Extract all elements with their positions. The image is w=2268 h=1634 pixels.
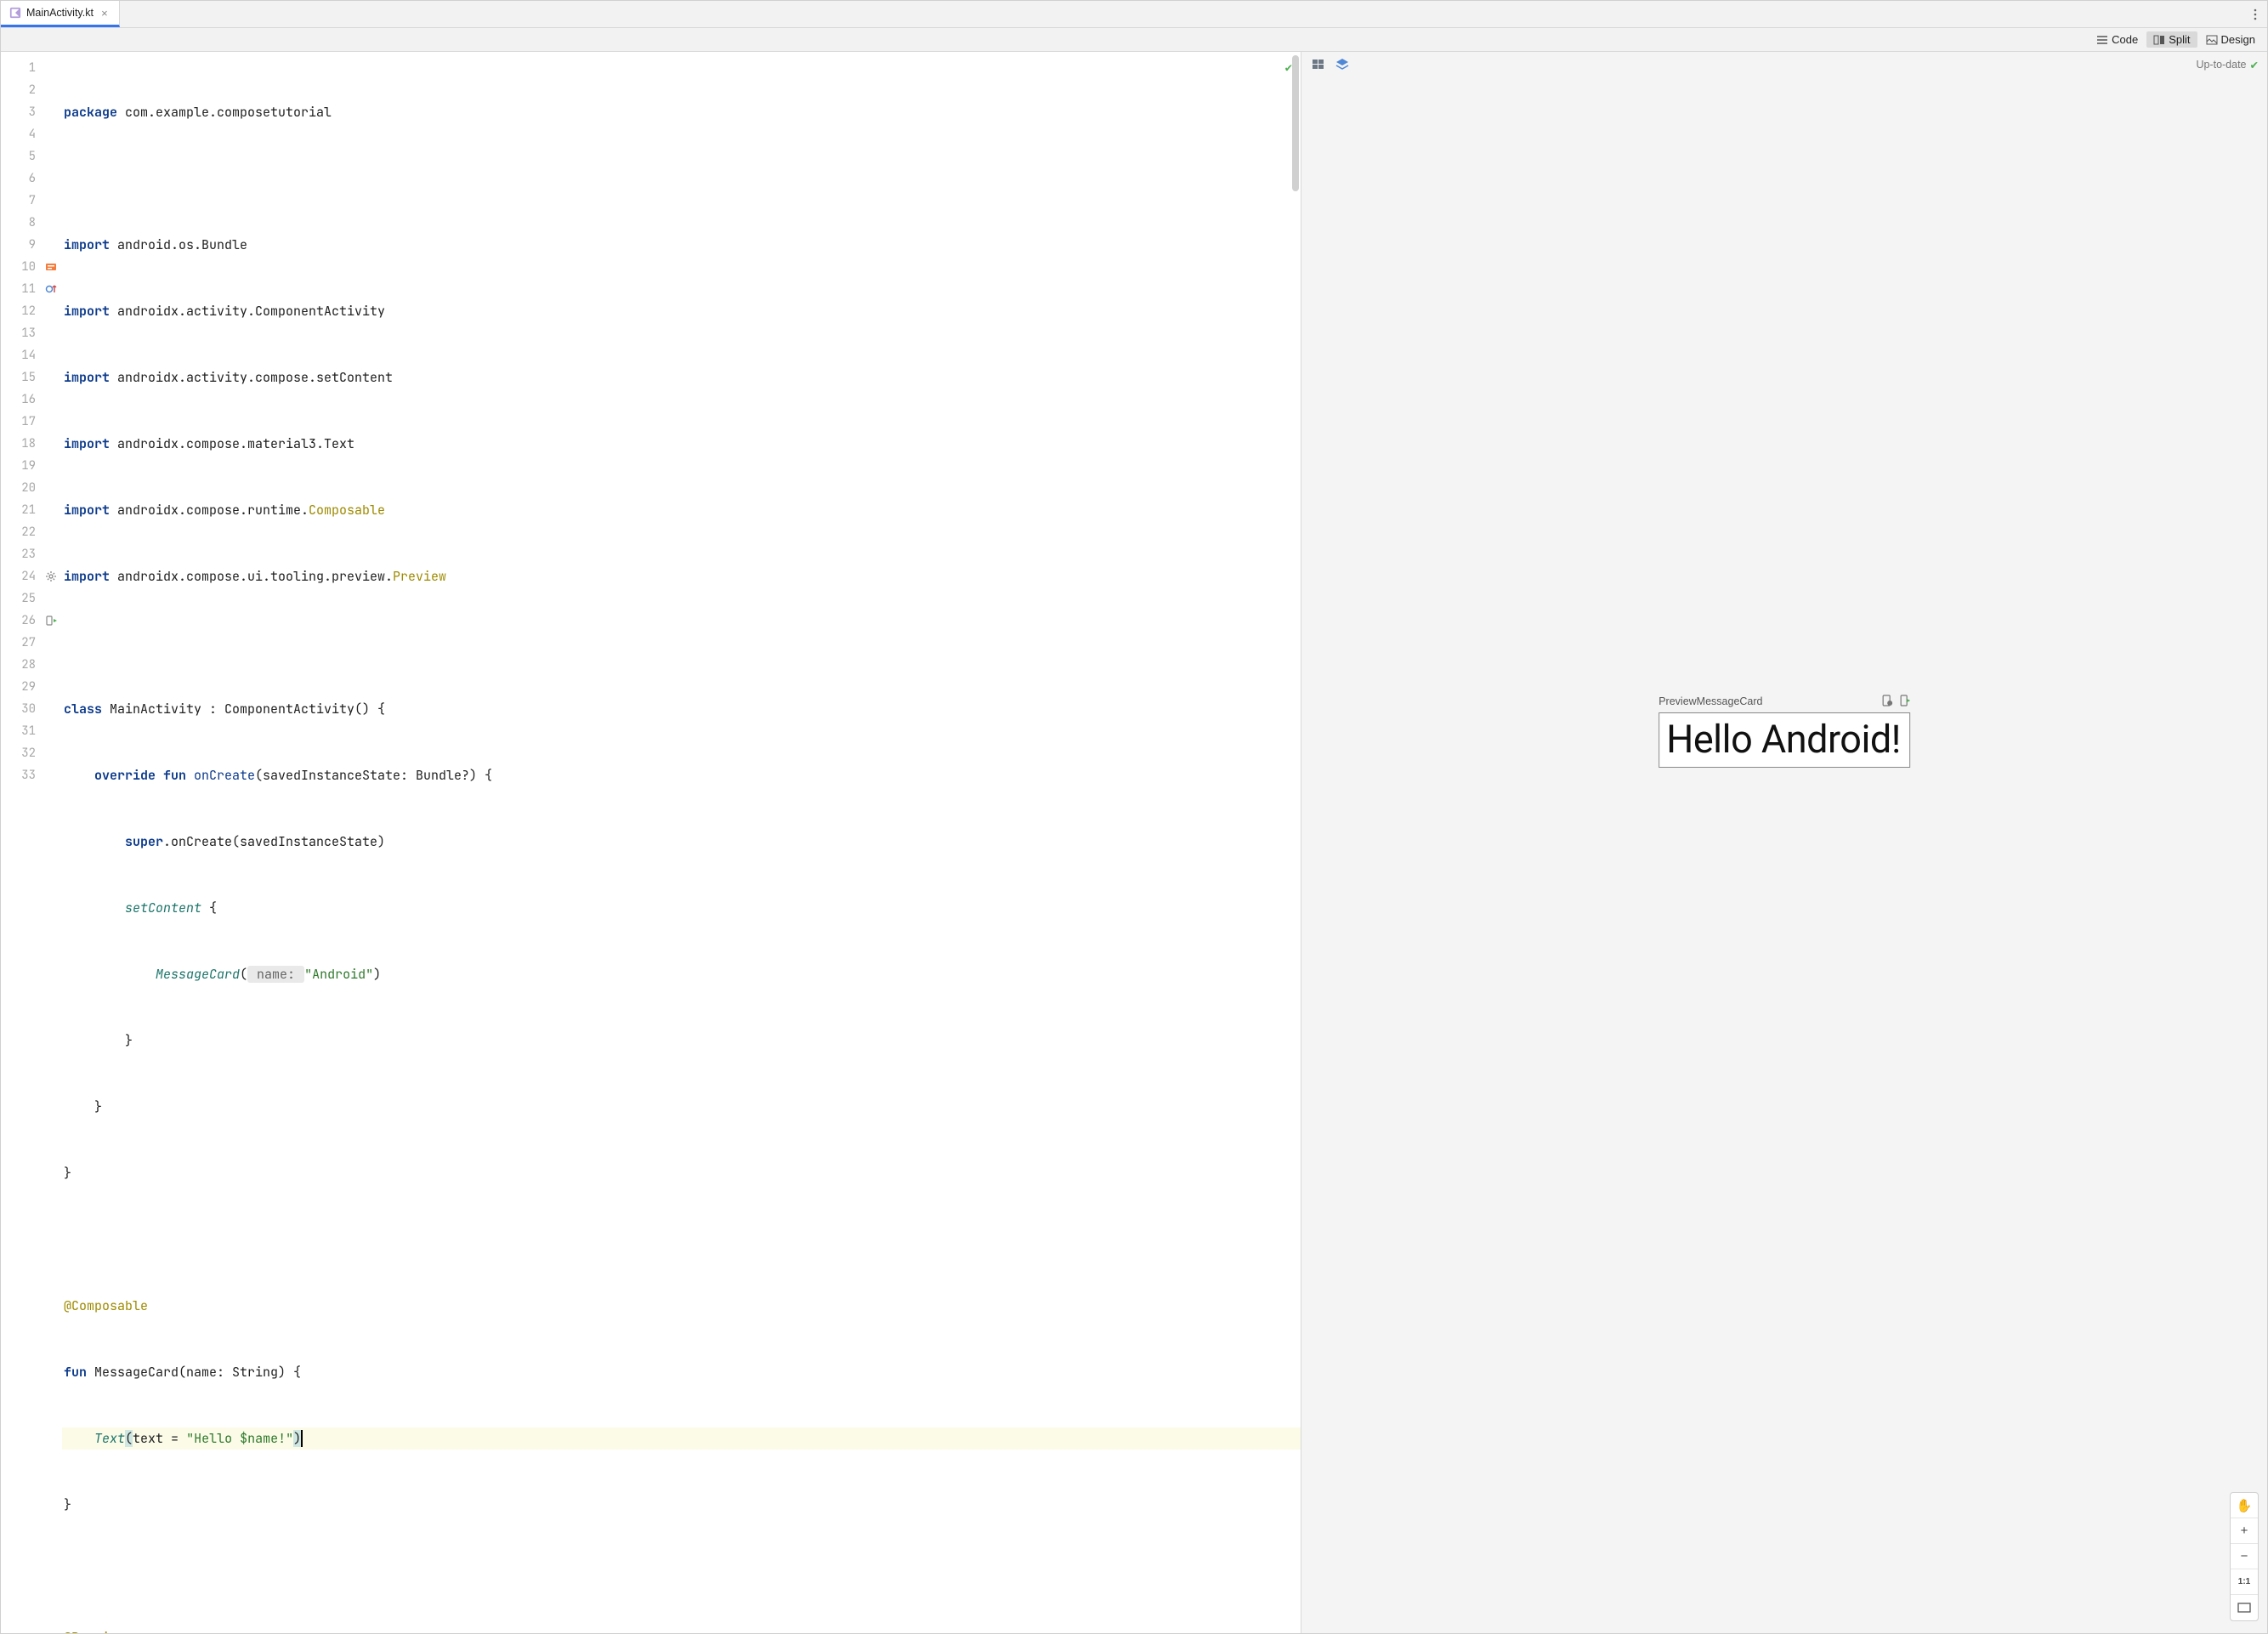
- code-area[interactable]: package com.example.composetutorial impo…: [62, 52, 1301, 1633]
- image-icon: [2206, 34, 2218, 46]
- preview-rendered-text: Hello Android!: [1658, 712, 1910, 768]
- viewmode-design[interactable]: Design: [2199, 31, 2262, 48]
- kotlin-file-icon: [9, 7, 21, 19]
- override-gutter-icon[interactable]: [44, 282, 58, 296]
- viewmode-code-label: Code: [2112, 33, 2138, 46]
- viewmode-split-label: Split: [2169, 33, 2190, 46]
- preview-card: PreviewMessageCard Hello Android!: [1658, 695, 1910, 768]
- deploy-preview-icon[interactable]: [1898, 695, 1910, 709]
- refresh-preview-icon[interactable]: [1310, 56, 1327, 73]
- file-tab-label: MainActivity.kt: [26, 7, 94, 19]
- ide-window: MainActivity.kt × Code Split Design: [0, 0, 2268, 1634]
- split-icon: [2153, 34, 2165, 46]
- layers-icon[interactable]: [1334, 56, 1351, 73]
- pan-button[interactable]: ✋: [2231, 1493, 2258, 1518]
- close-tab-icon[interactable]: ×: [99, 7, 111, 19]
- viewmode-design-label: Design: [2221, 33, 2255, 46]
- zoom-controls: ✋ + − 1:1: [2230, 1492, 2259, 1621]
- preview-status: Up-to-date ✔: [2196, 59, 2259, 71]
- file-tab-mainactivity[interactable]: MainActivity.kt ×: [1, 1, 120, 27]
- settings-gutter-icon[interactable]: [44, 570, 58, 583]
- preview-pane: Up-to-date ✔ PreviewMessageCard: [1301, 52, 2267, 1633]
- preview-canvas[interactable]: PreviewMessageCard Hello Android!: [1301, 77, 2267, 1633]
- preview-composable-label: PreviewMessageCard: [1658, 695, 1910, 709]
- zoom-1to1-button[interactable]: 1:1: [2231, 1569, 2258, 1595]
- tabbar-overflow-icon[interactable]: [2243, 3, 2267, 26]
- preview-toolbar: Up-to-date ✔: [1301, 52, 2267, 77]
- editor-pane: 1 2 3 4 5 6 7 8 9 10 11 12 13 14 15 16 1…: [1, 52, 1301, 1633]
- list-icon: [2096, 34, 2108, 46]
- preview-status-label: Up-to-date: [2196, 59, 2246, 71]
- viewmode-split[interactable]: Split: [2146, 31, 2197, 48]
- viewmode-code[interactable]: Code: [2089, 31, 2145, 48]
- zoom-out-button[interactable]: −: [2231, 1544, 2258, 1569]
- analysis-ok-icon[interactable]: ✔: [1285, 57, 1292, 79]
- zoom-in-button[interactable]: +: [2231, 1518, 2258, 1544]
- gutter: 1 2 3 4 5 6 7 8 9 10 11 12 13 14 15 16 1…: [1, 52, 62, 1633]
- zoom-fit-button[interactable]: [2231, 1595, 2258, 1620]
- run-preview-gutter-icon[interactable]: [44, 614, 58, 627]
- split-area: 1 2 3 4 5 6 7 8 9 10 11 12 13 14 15 16 1…: [1, 52, 2267, 1633]
- interactive-preview-icon[interactable]: [1881, 695, 1893, 709]
- class-gutter-icon[interactable]: [44, 260, 58, 274]
- editor-scrollbar[interactable]: [1292, 55, 1299, 191]
- editor-tabbar: MainActivity.kt ×: [1, 1, 2267, 28]
- viewmode-bar: Code Split Design: [1, 28, 2267, 52]
